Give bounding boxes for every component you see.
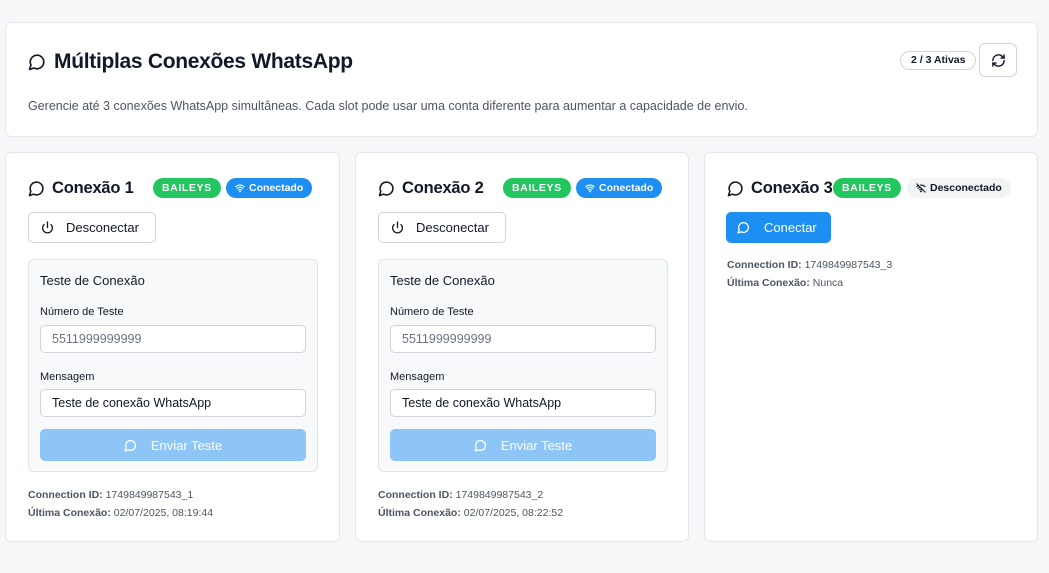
last-connection: Última Conexão: 02/07/2025, 08:22:52 <box>378 507 563 519</box>
connection-card-1: Conexão 1 BAILEYS Conectado Desconectar … <box>5 152 340 542</box>
disconnect-label: Desconectar <box>416 220 489 235</box>
active-count-badge: 2 / 3 Ativas <box>900 51 977 70</box>
send-test-button[interactable]: Enviar Teste <box>40 429 306 461</box>
wifi-off-icon <box>916 183 926 193</box>
last-connection: Última Conexão: Nunca <box>727 277 843 289</box>
status-text: Conectado <box>599 182 654 194</box>
power-icon <box>391 221 404 234</box>
last-connection-label: Última Conexão: <box>28 507 111 519</box>
last-connection-value: 02/07/2025, 08:22:52 <box>463 507 564 519</box>
status-text: Conectado <box>249 182 304 194</box>
test-number-input[interactable]: 5511999999999 <box>390 325 656 353</box>
message-circle-icon <box>474 439 487 452</box>
connection-test-panel: Teste de Conexão Número de Teste 5511999… <box>378 259 668 472</box>
provider-badge: BAILEYS <box>833 178 901 198</box>
page-title-text: Múltiplas Conexões WhatsApp <box>54 50 353 73</box>
connection-id: Connection ID: 1749849987543_3 <box>727 259 892 271</box>
connection-id: Connection ID: 1749849987543_2 <box>378 489 543 501</box>
page-title: Múltiplas Conexões WhatsApp <box>28 50 353 74</box>
connection-id-label: Connection ID: <box>378 489 453 501</box>
message-circle-icon <box>737 221 750 234</box>
connection-title: Conexão 2 <box>378 179 484 198</box>
connection-title-text: Conexão 3 <box>751 179 833 197</box>
connection-test-panel: Teste de Conexão Número de Teste 5511999… <box>28 259 318 472</box>
last-connection-label: Última Conexão: <box>727 277 810 289</box>
test-panel-title: Teste de Conexão <box>40 273 145 288</box>
wifi-icon <box>585 183 595 193</box>
connection-title: Conexão 3 <box>727 179 833 198</box>
last-connection: Última Conexão: 02/07/2025, 08:19:44 <box>28 507 213 519</box>
message-input[interactable]: Teste de conexão WhatsApp <box>40 389 306 417</box>
message-input[interactable]: Teste de conexão WhatsApp <box>390 389 656 417</box>
message-circle-icon <box>378 180 395 197</box>
refresh-icon <box>991 53 1006 68</box>
send-test-label: Enviar Teste <box>150 437 223 453</box>
connection-id: Connection ID: 1749849987543_1 <box>28 489 193 501</box>
send-test-label: Enviar Teste <box>500 437 573 453</box>
connect-label: Conectar <box>764 220 817 235</box>
wifi-icon <box>235 183 245 193</box>
disconnect-label: Desconectar <box>66 220 139 235</box>
test-number-label: Número de Teste <box>40 306 124 318</box>
page-description: Gerencie até 3 conexões WhatsApp simultâ… <box>28 99 748 113</box>
message-circle-icon <box>28 53 46 71</box>
disconnect-button[interactable]: Desconectar <box>28 212 156 243</box>
last-connection-value: 02/07/2025, 08:19:44 <box>113 507 214 519</box>
connection-id-value: 1749849987543_3 <box>804 259 893 271</box>
connection-id-label: Connection ID: <box>727 259 802 271</box>
refresh-button[interactable] <box>979 43 1017 77</box>
test-number-label: Número de Teste <box>390 306 474 318</box>
connection-title: Conexão 1 <box>28 179 134 198</box>
last-connection-label: Última Conexão: <box>378 507 461 519</box>
connection-card-2: Conexão 2 BAILEYS Conectado Desconectar … <box>355 152 689 542</box>
status-text: Desconectado <box>930 182 1002 194</box>
connection-id-label: Connection ID: <box>28 489 103 501</box>
connection-id-value: 1749849987543_1 <box>105 489 194 501</box>
connection-id-value: 1749849987543_2 <box>455 489 544 501</box>
status-badge: Desconectado <box>907 178 1011 198</box>
power-icon <box>41 221 54 234</box>
status-badge: Conectado <box>226 178 313 198</box>
connect-button[interactable]: Conectar <box>726 212 831 243</box>
send-test-button[interactable]: Enviar Teste <box>390 429 656 461</box>
test-number-input[interactable]: 5511999999999 <box>40 325 306 353</box>
disconnect-button[interactable]: Desconectar <box>378 212 506 243</box>
message-label: Mensagem <box>40 371 95 383</box>
test-panel-title: Teste de Conexão <box>390 273 495 288</box>
header-card: Múltiplas Conexões WhatsApp 2 / 3 Ativas… <box>5 22 1038 137</box>
last-connection-value: Nunca <box>812 277 844 289</box>
message-circle-icon <box>727 180 744 197</box>
status-badge: Conectado <box>576 178 663 198</box>
provider-badge: BAILEYS <box>503 178 571 198</box>
message-label: Mensagem <box>390 371 445 383</box>
connection-title-text: Conexão 2 <box>402 179 484 197</box>
provider-badge: BAILEYS <box>153 178 221 198</box>
connection-title-text: Conexão 1 <box>52 179 134 197</box>
message-circle-icon <box>124 439 137 452</box>
message-circle-icon <box>28 180 45 197</box>
connection-card-3: Conexão 3 BAILEYS Desconectado Conectar … <box>704 152 1038 542</box>
